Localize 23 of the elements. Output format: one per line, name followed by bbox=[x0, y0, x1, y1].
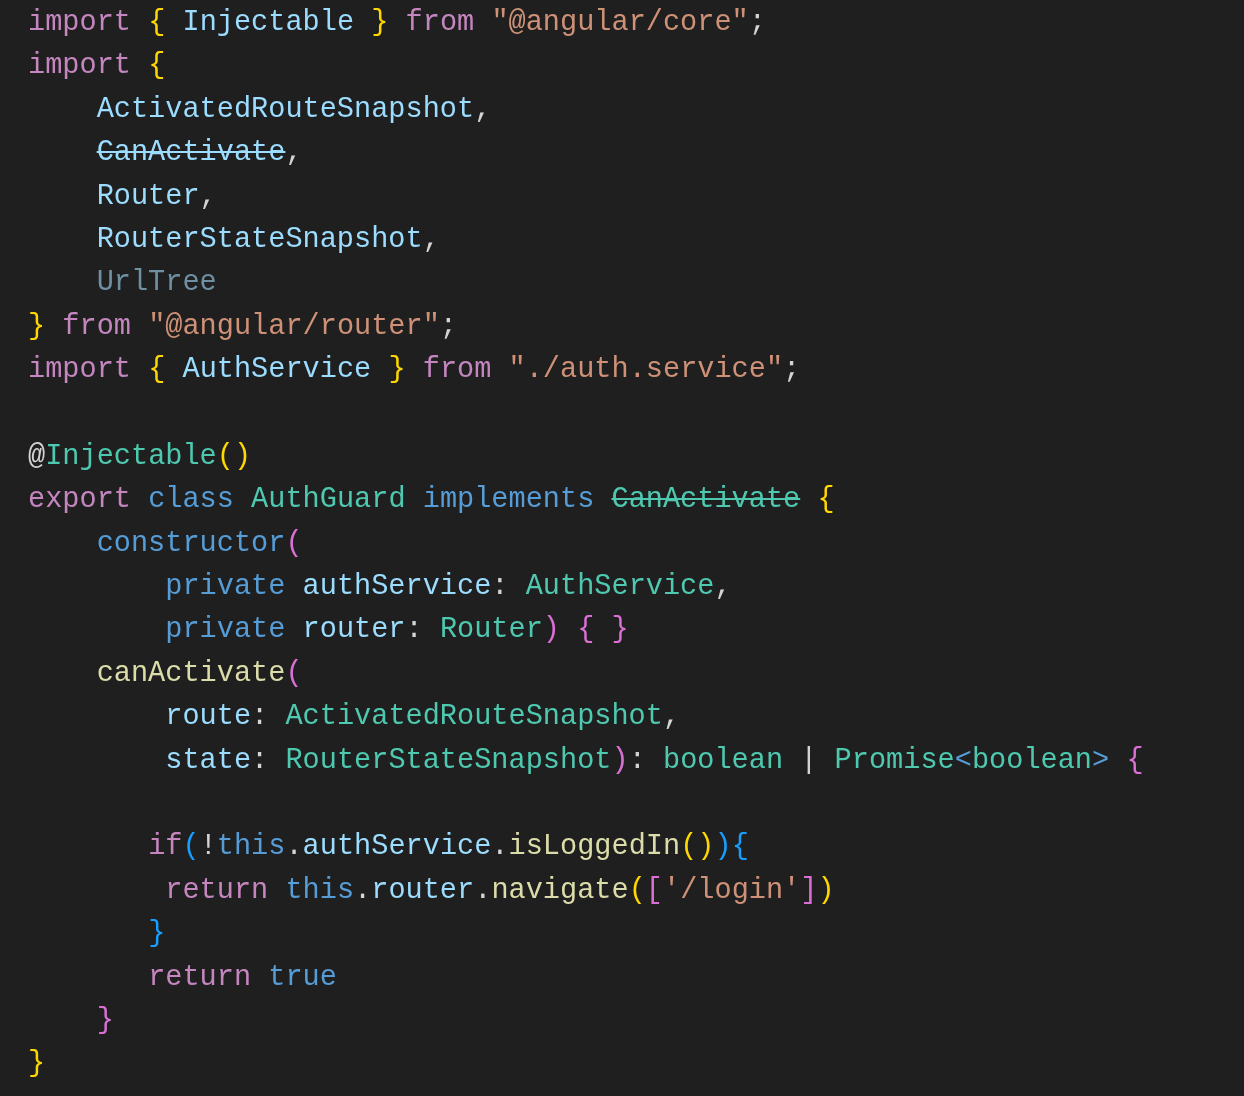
code-line: if(!this.authService.isLoggedIn()){ bbox=[147, 829, 749, 866]
code-line: } bbox=[28, 1046, 46, 1083]
code-line: private authService: AuthService, bbox=[164, 569, 732, 606]
code-line: } bbox=[147, 916, 166, 953]
code-line: UrlTree bbox=[95, 265, 217, 302]
code-line: return this.router.navigate(['/login']) bbox=[164, 872, 835, 909]
code-line: Router, bbox=[95, 178, 217, 215]
code-line: route: ActivatedRouteSnapshot, bbox=[164, 699, 681, 736]
code-line: CanActivate, bbox=[95, 135, 303, 172]
code-line: import { AuthService } from "./auth.service"; bbox=[28, 352, 801, 389]
code-line: import { Injectable } from "@angular/core"; bbox=[28, 5, 766, 41]
code-line: state: RouterStateSnapshot): boolean | Promise<boolean> { bbox=[164, 742, 1144, 779]
code-line: } bbox=[95, 1003, 114, 1039]
code-line: import { bbox=[28, 48, 166, 85]
code-line: @Injectable() bbox=[28, 438, 252, 475]
code-line: private router: Router) { } bbox=[164, 612, 629, 649]
code-line: } from "@angular/router"; bbox=[28, 308, 458, 345]
code-line: constructor( bbox=[95, 525, 303, 562]
code-line: ActivatedRouteSnapshot, bbox=[95, 91, 492, 128]
code-line: export class AuthGuard implements CanActivate { bbox=[28, 482, 835, 519]
code-line: RouterStateSnapshot, bbox=[95, 221, 440, 258]
code-line: return true bbox=[147, 959, 337, 996]
code-line: canActivate( bbox=[95, 655, 303, 692]
